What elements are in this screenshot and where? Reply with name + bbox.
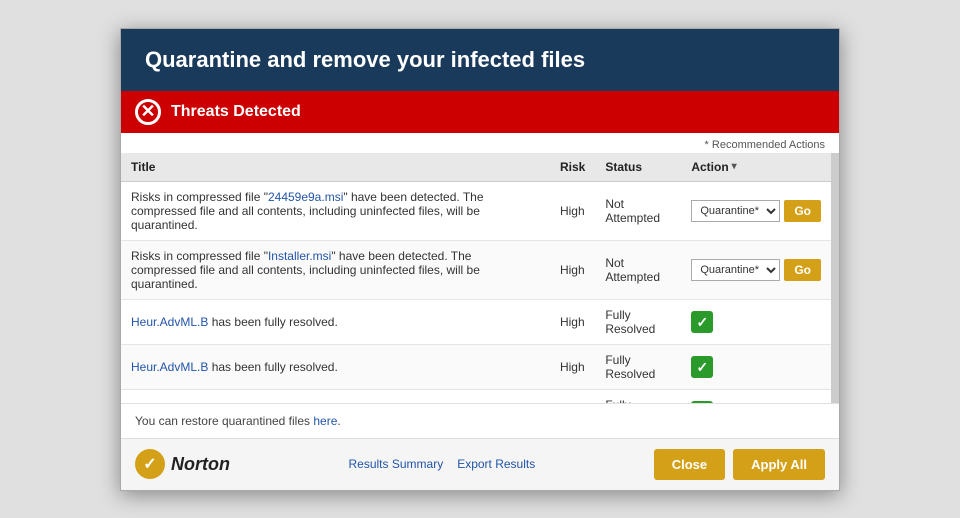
table-cell-risk: High	[550, 240, 595, 299]
action-dropdown[interactable]: Quarantine*Go	[691, 200, 821, 222]
table-cell-status: Fully Resolved	[595, 389, 681, 403]
table-area: * Recommended Actions Title Risk Status …	[121, 133, 839, 403]
threat-link[interactable]: Heur.AdvML.B	[131, 315, 208, 329]
col-status: Status	[595, 153, 681, 182]
main-dialog: Quarantine and remove your infected file…	[120, 28, 840, 491]
table-row: Risks in compressed file "Installer.msi"…	[121, 240, 831, 299]
resolved-check-icon: ✓	[691, 401, 713, 403]
bottom-bar: ✓ Norton Results Summary Export Results …	[121, 438, 839, 490]
table-cell-status: Not Attempted	[595, 181, 681, 240]
table-row: Risks in compressed file "24459e9a.msi" …	[121, 181, 831, 240]
table-row: Heur.AdvML.B has been fully resolved.Hig…	[121, 389, 831, 403]
table-cell-risk: High	[550, 389, 595, 403]
apply-all-button[interactable]: Apply All	[733, 449, 825, 480]
bottom-links: Results Summary Export Results	[349, 457, 536, 471]
quarantine-select[interactable]: Quarantine*	[691, 200, 780, 222]
table-cell-status: Fully Resolved	[595, 344, 681, 389]
table-wrapper[interactable]: Title Risk Status Action ▾ Risks in comp…	[121, 153, 839, 403]
table-row: Heur.AdvML.B has been fully resolved.Hig…	[121, 344, 831, 389]
table-cell-action: ✓	[681, 299, 831, 344]
quarantine-select[interactable]: Quarantine*	[691, 259, 780, 281]
col-action: Action ▾	[681, 153, 831, 182]
col-risk: Risk	[550, 153, 595, 182]
norton-name: Norton	[171, 454, 230, 475]
table-cell-title: Risks in compressed file "24459e9a.msi" …	[121, 181, 550, 240]
footer-text-after: .	[337, 414, 340, 428]
dialog-title: Quarantine and remove your infected file…	[145, 47, 815, 73]
norton-logo: ✓ Norton	[135, 449, 230, 479]
table-cell-risk: High	[550, 299, 595, 344]
footer-note: You can restore quarantined files here.	[121, 403, 839, 438]
table-cell-action: ✓	[681, 344, 831, 389]
resolved-check-icon: ✓	[691, 311, 713, 333]
norton-checkmark-icon: ✓	[135, 449, 165, 479]
go-button[interactable]: Go	[784, 200, 821, 222]
threats-label: Threats Detected	[171, 103, 301, 121]
table-cell-action: ✓	[681, 389, 831, 403]
go-button[interactable]: Go	[784, 259, 821, 281]
action-sort-icon: ▾	[732, 161, 737, 172]
table-cell-status: Fully Resolved	[595, 299, 681, 344]
table-cell-title: Heur.AdvML.B has been fully resolved.	[121, 299, 550, 344]
footer-text-before: You can restore quarantined files	[135, 414, 313, 428]
table-cell-status: Not Attempted	[595, 240, 681, 299]
export-results-link[interactable]: Export Results	[457, 457, 535, 471]
col-title: Title	[121, 153, 550, 182]
threats-bar: ✕ Threats Detected	[121, 91, 839, 133]
recommended-note: * Recommended Actions	[121, 133, 839, 153]
table-cell-action[interactable]: Quarantine*Go	[681, 240, 831, 299]
table-cell-action[interactable]: Quarantine*Go	[681, 181, 831, 240]
table-cell-risk: High	[550, 181, 595, 240]
table-cell-risk: High	[550, 344, 595, 389]
bottom-buttons: Close Apply All	[654, 449, 825, 480]
threat-link[interactable]: 24459e9a.msi	[268, 190, 343, 204]
restore-link[interactable]: here	[313, 414, 337, 428]
resolved-check-icon: ✓	[691, 356, 713, 378]
dialog-header: Quarantine and remove your infected file…	[121, 29, 839, 91]
results-summary-link[interactable]: Results Summary	[349, 457, 444, 471]
action-dropdown[interactable]: Quarantine*Go	[691, 259, 821, 281]
threat-link[interactable]: Heur.AdvML.B	[131, 360, 208, 374]
threat-link[interactable]: Installer.msi	[268, 249, 331, 263]
threats-x-icon: ✕	[135, 99, 161, 125]
table-cell-title: Heur.AdvML.B has been fully resolved.	[121, 344, 550, 389]
table-cell-title: Risks in compressed file "Installer.msi"…	[121, 240, 550, 299]
table-cell-title: Heur.AdvML.B has been fully resolved.	[121, 389, 550, 403]
close-button[interactable]: Close	[654, 449, 725, 480]
table-row: Heur.AdvML.B has been fully resolved.Hig…	[121, 299, 831, 344]
threats-table: Title Risk Status Action ▾ Risks in comp…	[121, 153, 831, 403]
